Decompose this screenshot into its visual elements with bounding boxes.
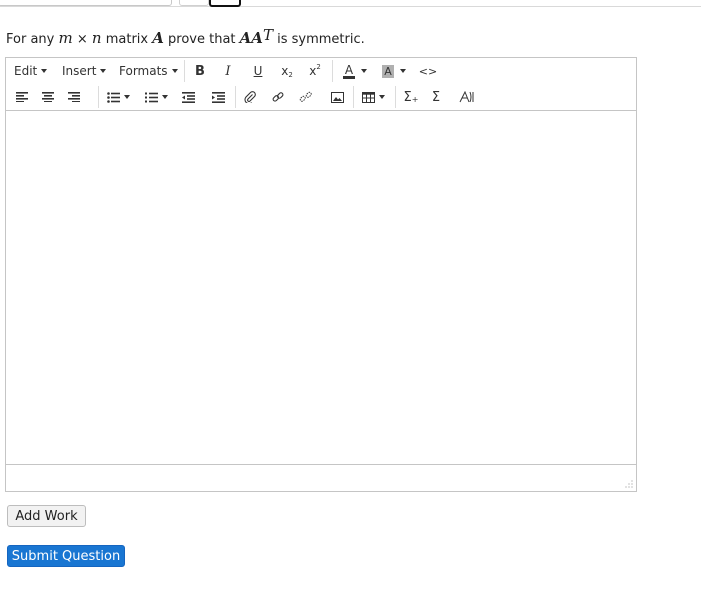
resize-handle-icon[interactable] <box>625 480 633 488</box>
subscript-mark: 2 <box>288 71 293 79</box>
attach-file-button[interactable] <box>241 84 259 110</box>
submit-question-button[interactable]: Submit Question <box>7 545 125 567</box>
menu-formats[interactable]: Formats <box>119 58 179 84</box>
focused-button-edge <box>209 0 241 7</box>
text-color-label: A <box>342 62 356 79</box>
math-n: n <box>91 29 102 47</box>
insert-image-button[interactable] <box>328 84 346 110</box>
toolbar-divider <box>353 86 354 108</box>
question-text: For any m × n matrix A prove that AAT is… <box>6 26 365 48</box>
table-icon <box>361 91 375 103</box>
image-icon <box>330 91 344 103</box>
toolbar-divider <box>235 86 236 108</box>
question-prefix: For any <box>6 32 55 47</box>
equation-button[interactable]: Σ <box>427 84 445 110</box>
previous-field-edge <box>0 0 172 6</box>
indent-icon <box>211 91 225 103</box>
source-code-button[interactable]: <> <box>418 58 438 84</box>
insert-table-button[interactable] <box>359 84 377 110</box>
text-color-button[interactable]: A <box>338 58 360 84</box>
outdent-button[interactable] <box>179 84 197 110</box>
previous-button-edge <box>179 0 209 6</box>
align-right-button[interactable] <box>65 84 83 110</box>
handwriting-button[interactable] <box>457 84 479 110</box>
toolbar-divider <box>395 86 396 108</box>
toolbar-divider <box>332 60 333 82</box>
bg-color-button[interactable]: A <box>378 58 398 84</box>
align-center-icon <box>42 92 54 102</box>
superscript-button[interactable]: x2 <box>304 58 326 84</box>
question-prove: prove that <box>168 32 236 47</box>
indent-button[interactable] <box>209 84 227 110</box>
outdent-icon <box>181 91 195 103</box>
sum-insert-plus: + <box>411 94 419 104</box>
math-times: × <box>76 32 88 47</box>
align-center-button[interactable] <box>39 84 57 110</box>
top-divider <box>0 6 701 7</box>
superscript-label: x <box>309 64 317 78</box>
align-left-icon <box>16 92 28 102</box>
superscript-mark: 2 <box>316 63 321 71</box>
bullet-list-button[interactable] <box>104 84 122 110</box>
insert-sum-button[interactable]: Σ + <box>401 84 421 110</box>
link-icon <box>272 92 284 102</box>
align-right-icon <box>68 92 80 102</box>
text-color-dropdown[interactable] <box>360 58 368 84</box>
math-aa: AA <box>239 29 263 47</box>
menu-insert[interactable]: Insert <box>62 58 114 84</box>
question-suffix: is symmetric. <box>277 32 365 47</box>
rich-text-editor: Edit Insert Formats B I U x2 x2 A A <> Σ… <box>5 57 637 492</box>
align-left-button[interactable] <box>13 84 31 110</box>
insert-link-button[interactable] <box>269 84 287 110</box>
numbered-list-dropdown[interactable] <box>161 84 169 110</box>
bold-button[interactable]: B <box>190 58 210 84</box>
insert-table-dropdown[interactable] <box>378 84 386 110</box>
menu-edit-label: Edit <box>14 64 38 78</box>
paperclip-icon <box>244 91 256 103</box>
math-transpose: T <box>262 26 273 44</box>
numbered-list-button[interactable] <box>142 84 160 110</box>
bg-color-dropdown[interactable] <box>399 58 407 84</box>
underline-button[interactable]: U <box>248 58 268 84</box>
italic-button[interactable]: I <box>218 58 238 84</box>
menu-insert-label: Insert <box>62 64 97 78</box>
math-a: A <box>152 29 164 47</box>
add-work-button[interactable]: Add Work <box>7 505 86 527</box>
bg-color-label: A <box>382 64 394 78</box>
toolbar-divider <box>184 60 185 82</box>
remove-link-button[interactable] <box>297 84 315 110</box>
numbered-list-icon <box>144 92 158 102</box>
bullet-list-dropdown[interactable] <box>123 84 131 110</box>
question-mid: matrix <box>105 32 149 47</box>
editor-toolbar: Edit Insert Formats B I U x2 x2 A A <> Σ… <box>6 58 636 111</box>
menu-edit[interactable]: Edit <box>14 58 58 84</box>
subscript-button[interactable]: x2 <box>276 58 298 84</box>
unlink-icon <box>299 91 312 102</box>
math-m: m <box>58 29 73 47</box>
editor-content-area[interactable] <box>6 111 636 464</box>
menu-formats-label: Formats <box>119 64 168 78</box>
toolbar-divider <box>98 86 99 108</box>
editor-statusbar <box>6 464 636 491</box>
sum-insert-label: Σ <box>403 89 412 105</box>
bullet-list-icon <box>106 91 120 103</box>
handwriting-icon <box>459 91 474 103</box>
subscript-label: x <box>281 64 289 78</box>
